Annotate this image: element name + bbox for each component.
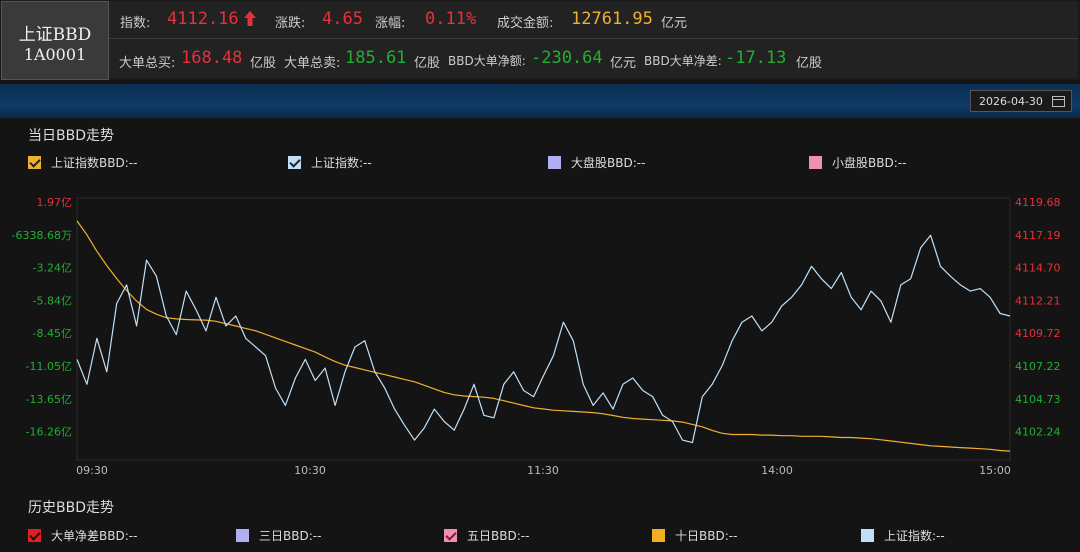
right-axis-tick: 4114.70 <box>1015 262 1061 275</box>
buy-value: 168.48 <box>181 48 243 68</box>
left-axis-tick: -5.84亿 <box>33 294 72 307</box>
legend-label: 三日BBD:-- <box>259 529 322 543</box>
legend-label: 上证指数:-- <box>311 156 372 170</box>
turnover-value: 12761.95 <box>571 9 653 29</box>
checkbox-icon[interactable] <box>288 156 301 169</box>
legend-label: 大盘股BBD:-- <box>571 156 646 170</box>
left-axis-tick: -16.26亿 <box>26 426 72 439</box>
index-code: 1A0001 <box>23 45 87 64</box>
buy-unit: 亿股 <box>250 56 277 71</box>
netdiff-unit: 亿股 <box>796 56 823 71</box>
intraday-bbd-chart: 1.97亿 -6338.68万 -3.24亿 -5.84亿 -8.45亿 -11.05亿 -… <box>12 196 1061 477</box>
legend-item-index[interactable]: 上证指数:-- <box>288 154 372 171</box>
right-axis-tick: 4117.19 <box>1015 229 1061 242</box>
change-value: 4.65 <box>322 9 363 29</box>
sell-label: 大单总卖: <box>284 56 341 71</box>
legend-item-history-index[interactable]: 上证指数:-- <box>861 527 945 544</box>
legend-label: 上证指数:-- <box>884 529 945 543</box>
checkbox-icon[interactable] <box>236 529 249 542</box>
change-label: 涨跌: <box>275 16 306 31</box>
legend-label: 大单净差BBD:-- <box>51 529 138 543</box>
checkbox-icon[interactable] <box>548 156 561 169</box>
turnover-unit: 亿元 <box>661 16 688 31</box>
pct-value: 0.11% <box>425 9 477 29</box>
today-section-title: 当日BBD走势 <box>28 128 114 144</box>
x-axis-tick: 09:30 <box>76 464 108 477</box>
checkbox-icon[interactable] <box>652 529 665 542</box>
legend-item-net-diff-bbd[interactable]: 大单净差BBD:-- <box>28 527 137 544</box>
right-axis-tick: 4109.72 <box>1015 327 1061 340</box>
legend-label: 十日BBD:-- <box>675 529 738 543</box>
pct-label: 涨幅: <box>375 16 406 31</box>
index-value: 4112.16 <box>167 9 239 29</box>
left-axis-tick: -6338.68万 <box>12 229 72 242</box>
up-arrow-icon <box>243 10 257 31</box>
right-axis-tick: 4107.22 <box>1015 360 1061 373</box>
checkbox-icon[interactable] <box>28 156 41 169</box>
index-label: 指数: <box>120 16 151 31</box>
quote-header: 上证BBD 1A0001 指数: 4112.16 涨跌: 4.65 涨幅: 0.… <box>0 0 1080 80</box>
netamt-unit: 亿元 <box>610 56 637 71</box>
index-name: 上证BBD <box>18 25 92 45</box>
legend-item-3day-bbd[interactable]: 三日BBD:-- <box>236 527 321 544</box>
plot-frame <box>76 197 1011 461</box>
checkbox-icon[interactable] <box>444 529 457 542</box>
sell-value: 185.61 <box>345 48 407 68</box>
turnover-label: 成交金额: <box>497 16 554 31</box>
legend-item-large-cap-bbd[interactable]: 大盘股BBD:-- <box>548 154 645 171</box>
left-axis-tick: 1.97亿 <box>37 196 73 209</box>
toolbar-band <box>0 84 1080 118</box>
right-axis-tick: 4102.24 <box>1015 426 1061 439</box>
checkbox-icon[interactable] <box>861 529 874 542</box>
legend-label: 上证指数BBD:-- <box>51 156 138 170</box>
series-line-index <box>76 234 1011 444</box>
netamt-value: -230.64 <box>531 48 603 68</box>
checkbox-icon[interactable] <box>28 529 41 542</box>
x-axis-tick: 10:30 <box>294 464 326 477</box>
left-axis-tick: -11.05亿 <box>26 360 72 373</box>
date-value: 2026-04-30 <box>979 95 1043 108</box>
sell-unit: 亿股 <box>414 56 441 71</box>
left-axis-tick: -8.45亿 <box>33 327 72 340</box>
index-id-box: 上证BBD 1A0001 <box>1 1 109 80</box>
x-axis-tick: 11:30 <box>527 464 559 477</box>
legend-item-5day-bbd[interactable]: 五日BBD:-- <box>444 527 529 544</box>
legend-item-10day-bbd[interactable]: 十日BBD:-- <box>652 527 737 544</box>
checkbox-icon[interactable] <box>809 156 822 169</box>
netdiff-value: -17.13 <box>725 48 787 68</box>
right-axis-tick: 4119.68 <box>1015 196 1061 209</box>
calendar-icon[interactable] <box>1052 96 1065 107</box>
legend-label: 小盘股BBD:-- <box>832 156 907 170</box>
netamt-label: BBD大单净额: <box>448 54 526 68</box>
quote-row-top: 指数: 4112.16 涨跌: 4.65 涨幅: 0.11% 成交金额: 127… <box>109 1 1078 39</box>
netdiff-label: BBD大单净差: <box>644 54 722 68</box>
series-line-index-bbd <box>76 220 1011 452</box>
date-picker[interactable]: 2026-04-30 <box>970 90 1072 112</box>
x-axis-tick: 15:00 <box>979 464 1011 477</box>
legend-item-index-bbd[interactable]: 上证指数BBD:-- <box>28 154 137 171</box>
buy-label: 大单总买: <box>119 56 176 71</box>
quote-row-bottom: 大单总买: 168.48 亿股 大单总卖: 185.61 亿股 BBD大单净额:… <box>109 39 1078 78</box>
history-section-title: 历史BBD走势 <box>28 500 114 516</box>
x-axis-tick: 14:00 <box>761 464 793 477</box>
legend-item-small-cap-bbd[interactable]: 小盘股BBD:-- <box>809 154 906 171</box>
left-axis-tick: -3.24亿 <box>33 262 72 275</box>
legend-label: 五日BBD:-- <box>467 529 530 543</box>
right-axis-tick: 4112.21 <box>1015 294 1061 307</box>
left-axis-tick: -13.65亿 <box>26 393 72 406</box>
right-axis-tick: 4104.73 <box>1015 393 1061 406</box>
